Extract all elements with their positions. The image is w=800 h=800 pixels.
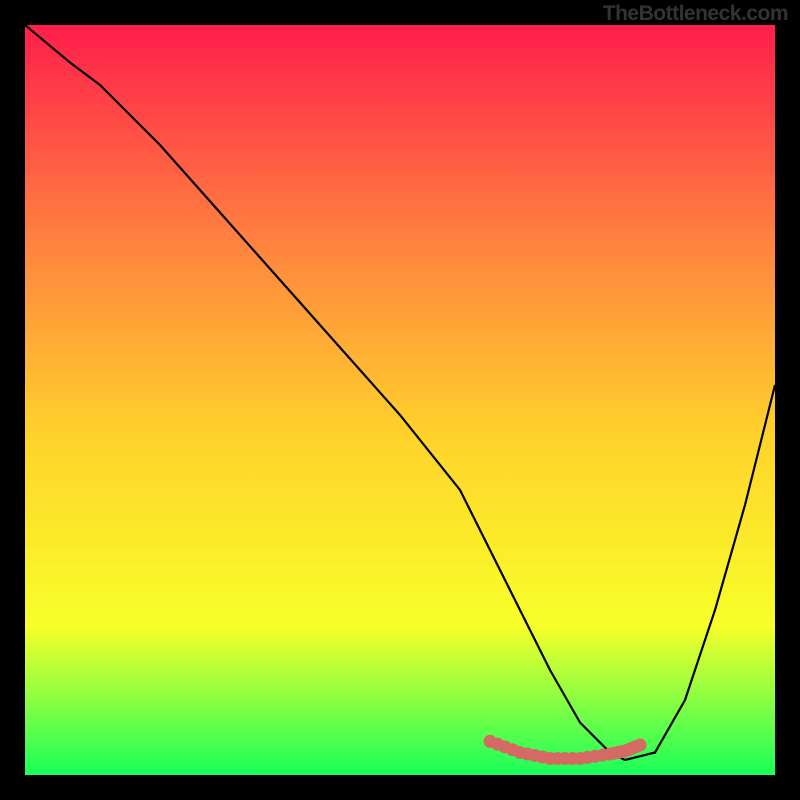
chart-plot-area [25,25,775,775]
gradient-background [25,25,775,775]
optimal-band-dot [634,739,647,752]
watermark-text: TheBottleneck.com [603,2,788,26]
chart-svg [25,25,775,775]
